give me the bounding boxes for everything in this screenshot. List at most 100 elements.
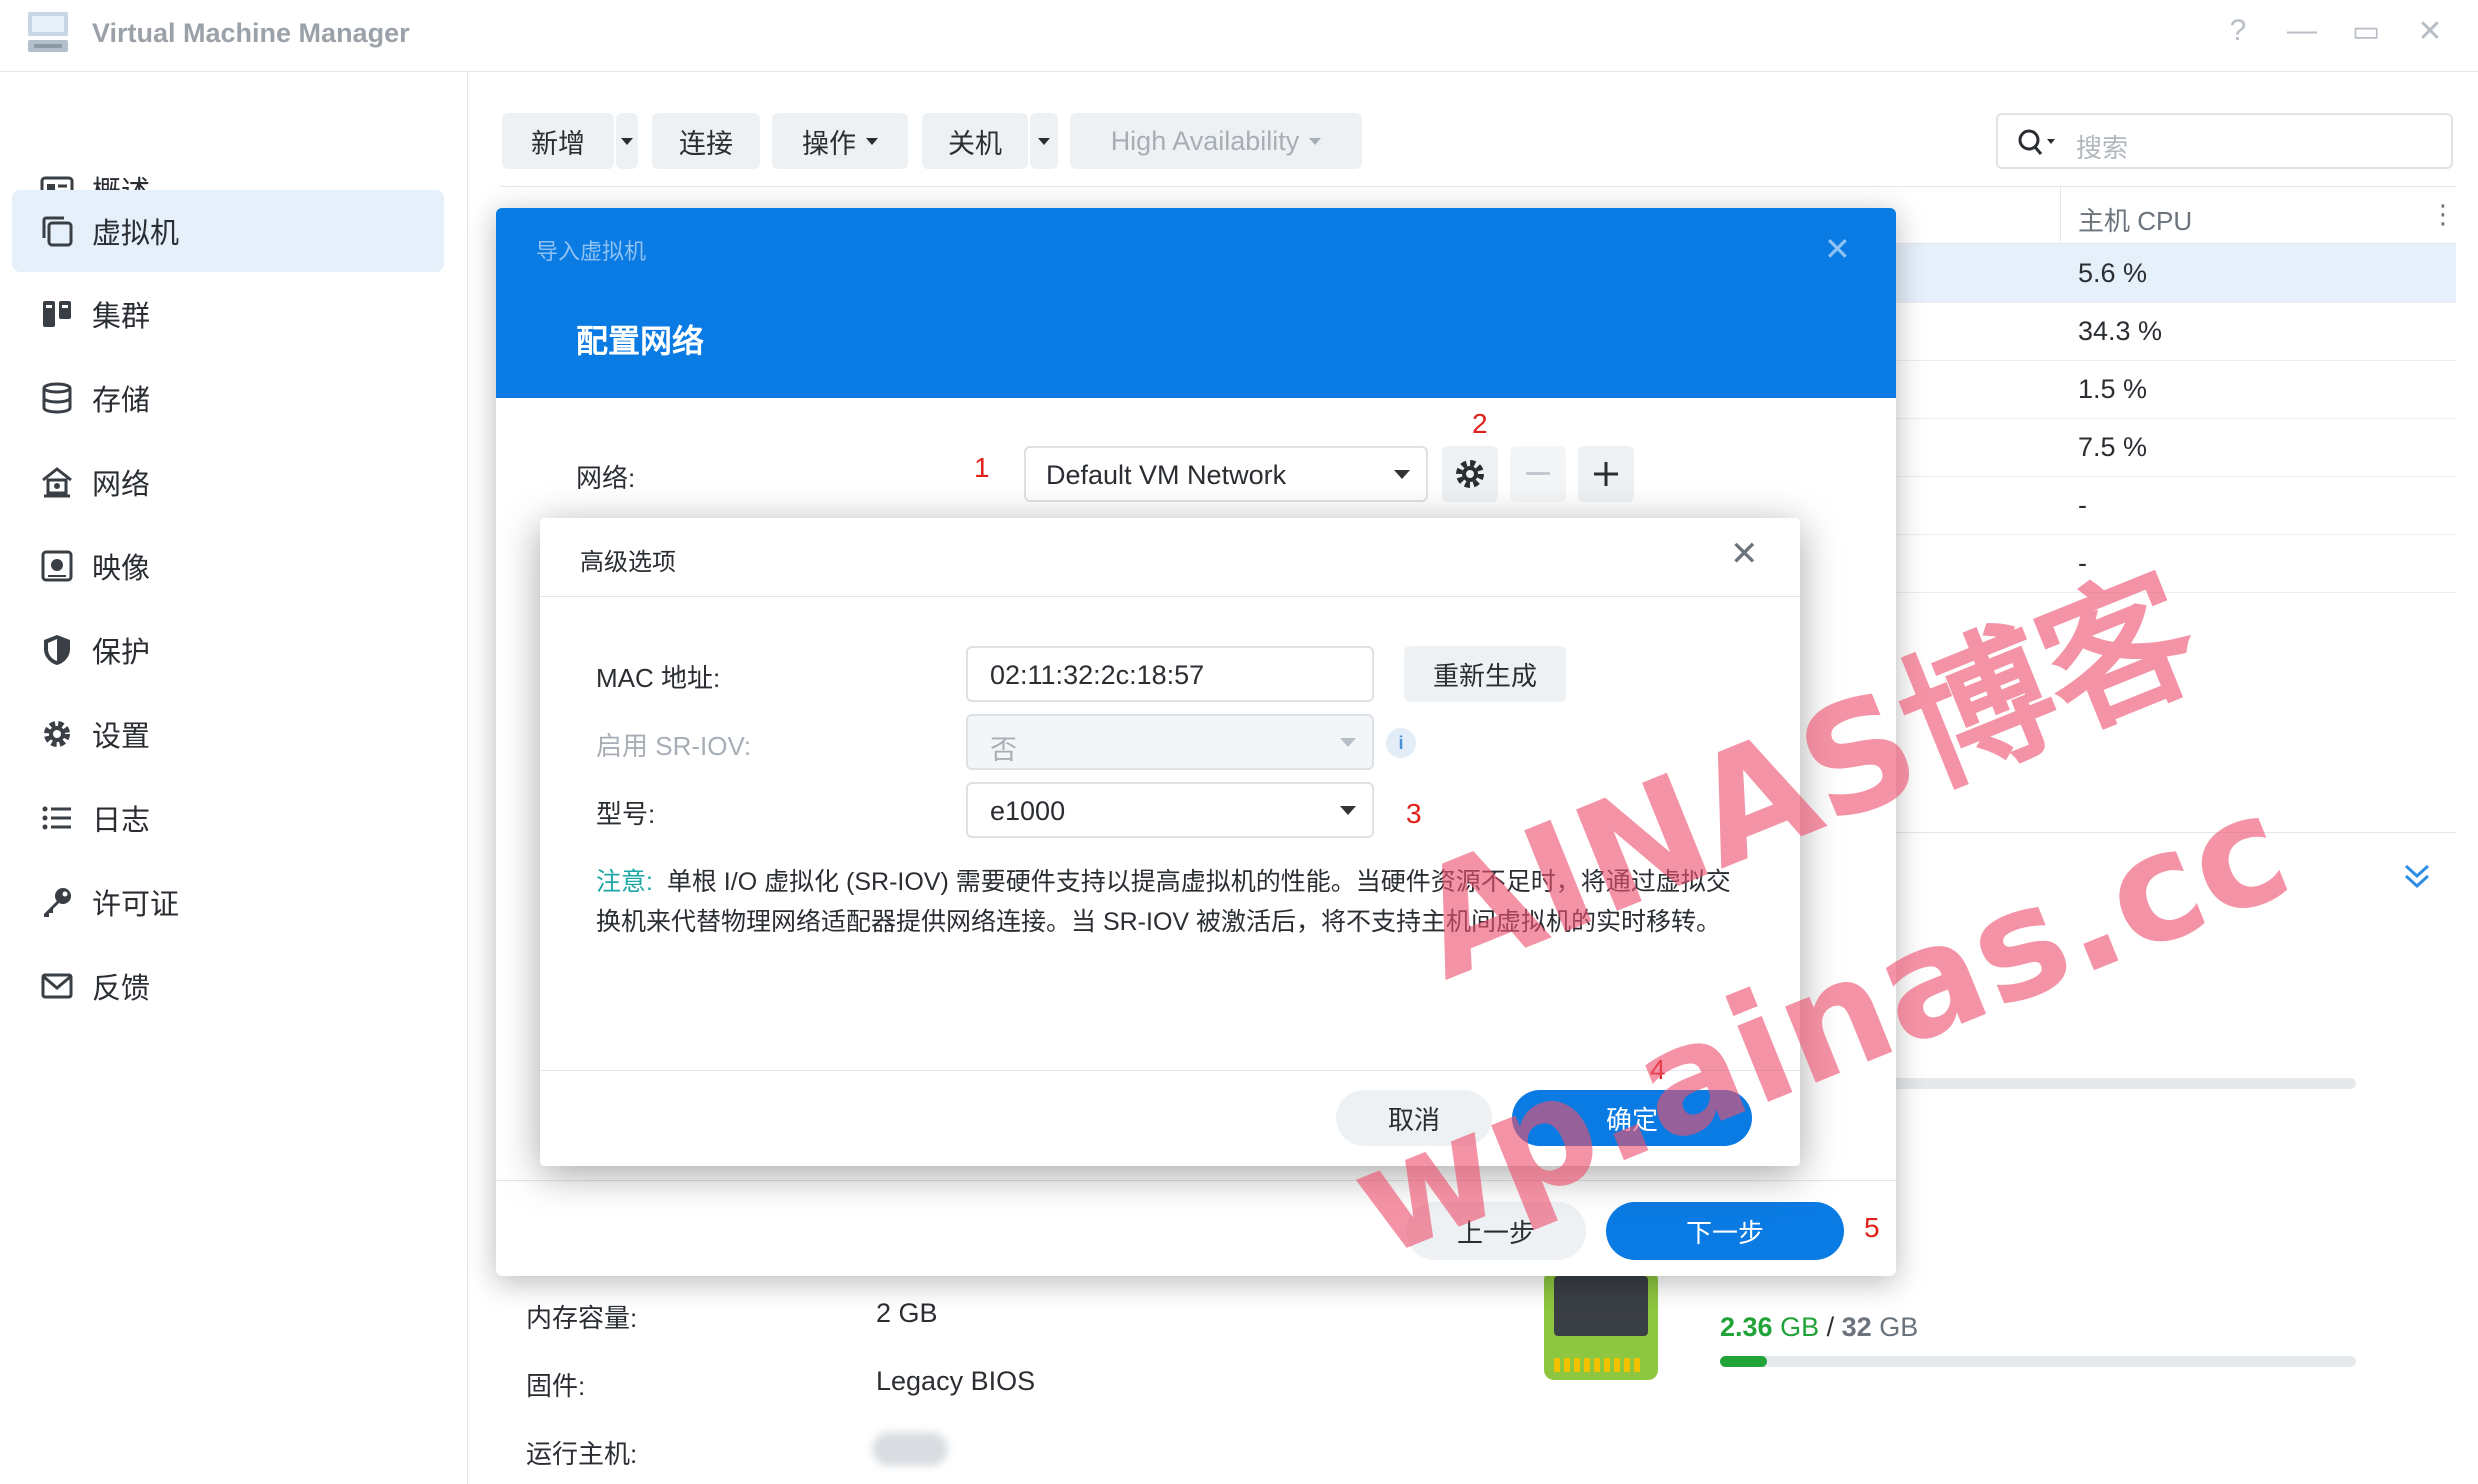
sidebar-item-image[interactable]: 映像 (12, 525, 444, 607)
mail-icon (41, 973, 73, 999)
connect-button[interactable]: 连接 (652, 113, 760, 169)
column-menu-icon[interactable]: ⋮ (2430, 199, 2456, 230)
maximize-icon[interactable]: ▭ (2346, 14, 2386, 49)
plus-icon (1594, 462, 1618, 486)
model-select[interactable]: e1000 (966, 782, 1374, 838)
log-icon (42, 806, 71, 830)
remove-network-button[interactable] (1510, 446, 1566, 502)
network-settings-button[interactable] (1442, 446, 1498, 502)
network-label: 网络: (576, 463, 636, 493)
sidebar-item-label: 虚拟机 (92, 218, 180, 250)
note-text: 单根 I/O 虚拟化 (SR-IOV) 需要硬件支持以提高虚拟机的性能。当硬件资… (596, 868, 1731, 936)
network-select[interactable]: Default VM Network (1024, 446, 1428, 502)
sidebar-item-label: 映像 (92, 553, 151, 585)
chevron-down-icon (1340, 738, 1356, 747)
sriov-select[interactable]: 否 (966, 714, 1374, 770)
image-icon (41, 550, 73, 582)
host-memory-bar (1720, 1356, 2356, 1367)
shield-icon (44, 635, 70, 665)
sriov-note: 注意: 单根 I/O 虚拟化 (SR-IOV) 需要硬件支持以提高虚拟机的性能。… (596, 862, 1746, 942)
host-cpu-cell: - (2078, 548, 2087, 578)
shutdown-dropdown-button[interactable] (1030, 113, 1058, 169)
host-memory-bar-fill (1720, 1356, 1767, 1367)
sidebar: 概述 虚拟机 集群 存储 网络 映像 保护 设置 日志 许可证 反馈 (0, 72, 468, 1484)
close-icon[interactable]: ✕ (1730, 534, 1759, 574)
dialog-header: 导入虚拟机 ✕ 配置网络 (496, 208, 1896, 398)
host-cpu-cell: 7.5 % (2078, 432, 2148, 462)
firmware-label: 固件: (526, 1371, 586, 1401)
sidebar-item-label: 存储 (92, 385, 151, 417)
app-title: Virtual Machine Manager (92, 18, 410, 48)
sidebar-item-label: 反馈 (92, 973, 151, 1005)
high-availability-button[interactable]: High Availability (1070, 113, 1362, 169)
cluster-icon (43, 301, 71, 327)
sriov-label: 启用 SR-IOV: (596, 731, 752, 761)
regenerate-button[interactable]: 重新生成 (1404, 646, 1566, 702)
sidebar-item-cluster[interactable]: 集群 (12, 273, 444, 355)
gear-icon (44, 721, 70, 747)
collapse-chevron-icon[interactable] (2400, 862, 2434, 892)
host-cpu-cell: 34.3 % (2078, 316, 2163, 346)
host-label: 运行主机: (526, 1439, 638, 1469)
chevron-down-icon (1340, 806, 1356, 815)
dialog-footer-divider (540, 1070, 1800, 1071)
add-dropdown-button[interactable] (616, 113, 638, 169)
annotation-1: 1 (974, 452, 990, 483)
ok-button[interactable]: 确定 (1512, 1090, 1752, 1146)
search-icon (2018, 129, 2055, 155)
sidebar-item-license[interactable]: 许可证 (12, 861, 444, 943)
sidebar-item-storage[interactable]: 存储 (12, 357, 444, 439)
annotation-3: 3 (1406, 798, 1422, 829)
help-icon[interactable]: ? (2218, 14, 2258, 48)
sidebar-item-network[interactable]: 网络 (12, 441, 444, 523)
cancel-button[interactable]: 取消 (1336, 1090, 1492, 1146)
vm-icon (42, 216, 73, 247)
sriov-value: 否 (990, 735, 1017, 765)
mac-address-value: 02:11:32:2c:18:57 (990, 660, 1205, 690)
dialog-footer-divider (496, 1180, 1896, 1181)
host-cpu-cell: 5.6 % (2078, 258, 2148, 288)
annotation-5: 5 (1864, 1212, 1880, 1243)
action-button[interactable]: 操作 (772, 113, 908, 169)
ram-icon (1544, 1270, 1658, 1380)
prev-step-button[interactable]: 上一步 (1406, 1202, 1586, 1260)
sidebar-item-settings[interactable]: 设置 (12, 693, 444, 775)
sidebar-item-protection[interactable]: 保护 (12, 609, 444, 691)
close-icon[interactable]: ✕ (2410, 14, 2450, 49)
firmware-value: Legacy BIOS (876, 1366, 1036, 1396)
sidebar-item-label: 保护 (92, 637, 151, 669)
sidebar-item-label: 集群 (92, 301, 151, 333)
info-icon[interactable]: i (1386, 728, 1416, 758)
next-step-button[interactable]: 下一步 (1606, 1202, 1844, 1260)
search-input[interactable]: 搜索 (1996, 113, 2453, 169)
annotation-4: 4 (1650, 1054, 1666, 1085)
network-select-value: Default VM Network (1046, 460, 1287, 490)
sidebar-item-label: 网络 (92, 469, 151, 501)
close-icon[interactable]: ✕ (1824, 230, 1851, 268)
host-cpu-cell: - (2078, 490, 2087, 520)
add-button[interactable]: 新增 (502, 113, 614, 169)
host-cpu-cell: 1.5 % (2078, 374, 2148, 404)
model-value: e1000 (990, 796, 1066, 826)
model-label: 型号: (596, 799, 656, 829)
ha-label: High Availability (1110, 125, 1300, 156)
host-memory-usage: 2.36 GB / 32 GB (1720, 1312, 1919, 1342)
shutdown-button[interactable]: 关机 (922, 113, 1028, 169)
dialog-title: 配置网络 (576, 323, 705, 359)
advanced-options-dialog: 高级选项 ✕ MAC 地址: 02:11:32:2c:18:57 重新生成 启用… (540, 518, 1800, 1166)
search-placeholder: 搜索 (2076, 133, 2129, 163)
add-network-button[interactable] (1578, 446, 1634, 502)
dialog-subtitle: 导入虚拟机 (536, 239, 647, 264)
sidebar-item-log[interactable]: 日志 (12, 777, 444, 859)
sidebar-item-label: 设置 (92, 721, 151, 753)
memory-value: 2 GB (876, 1298, 938, 1328)
mac-label: MAC 地址: (596, 663, 721, 693)
network-icon (42, 467, 72, 498)
mac-address-field[interactable]: 02:11:32:2c:18:57 (966, 646, 1374, 702)
storage-icon (42, 382, 72, 414)
sidebar-item-feedback[interactable]: 反馈 (12, 945, 444, 1027)
sidebar-item-vm[interactable]: 虚拟机 (12, 190, 444, 272)
host-cpu-header[interactable]: 主机 CPU (2078, 201, 2192, 238)
annotation-2: 2 (1472, 408, 1488, 439)
minimize-icon[interactable]: — (2282, 14, 2322, 48)
